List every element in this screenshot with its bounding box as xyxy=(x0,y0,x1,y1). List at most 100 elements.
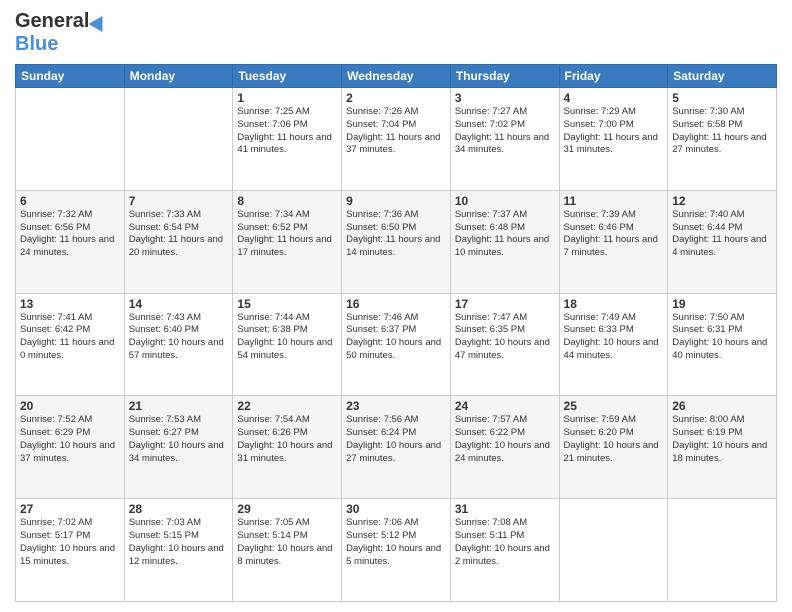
calendar-cell: 9Sunrise: 7:36 AM Sunset: 6:50 PM Daylig… xyxy=(342,190,451,293)
day-number: 11 xyxy=(564,194,664,208)
day-info: Sunrise: 7:29 AM Sunset: 7:00 PM Dayligh… xyxy=(564,106,664,157)
calendar-week-5: 27Sunrise: 7:02 AM Sunset: 5:17 PM Dayli… xyxy=(16,499,777,602)
calendar-cell: 16Sunrise: 7:46 AM Sunset: 6:37 PM Dayli… xyxy=(342,293,451,396)
calendar-cell: 21Sunrise: 7:53 AM Sunset: 6:27 PM Dayli… xyxy=(124,396,233,499)
calendar-header-row: SundayMondayTuesdayWednesdayThursdayFrid… xyxy=(16,65,777,88)
day-info: Sunrise: 7:54 AM Sunset: 6:26 PM Dayligh… xyxy=(237,414,337,465)
day-number: 30 xyxy=(346,502,446,516)
day-number: 2 xyxy=(346,91,446,105)
calendar-week-4: 20Sunrise: 7:52 AM Sunset: 6:29 PM Dayli… xyxy=(16,396,777,499)
calendar-week-2: 6Sunrise: 7:32 AM Sunset: 6:56 PM Daylig… xyxy=(16,190,777,293)
day-number: 28 xyxy=(129,502,229,516)
calendar-cell: 17Sunrise: 7:47 AM Sunset: 6:35 PM Dayli… xyxy=(450,293,559,396)
calendar-cell: 10Sunrise: 7:37 AM Sunset: 6:48 PM Dayli… xyxy=(450,190,559,293)
calendar-cell xyxy=(668,499,777,602)
day-info: Sunrise: 7:27 AM Sunset: 7:02 PM Dayligh… xyxy=(455,106,555,157)
day-info: Sunrise: 7:26 AM Sunset: 7:04 PM Dayligh… xyxy=(346,106,446,157)
column-header-sunday: Sunday xyxy=(16,65,125,88)
day-number: 3 xyxy=(455,91,555,105)
day-info: Sunrise: 7:43 AM Sunset: 6:40 PM Dayligh… xyxy=(129,312,229,363)
day-number: 4 xyxy=(564,91,664,105)
day-info: Sunrise: 7:47 AM Sunset: 6:35 PM Dayligh… xyxy=(455,312,555,363)
day-number: 1 xyxy=(237,91,337,105)
column-header-monday: Monday xyxy=(124,65,233,88)
calendar-cell: 30Sunrise: 7:06 AM Sunset: 5:12 PM Dayli… xyxy=(342,499,451,602)
day-number: 6 xyxy=(20,194,120,208)
day-info: Sunrise: 7:25 AM Sunset: 7:06 PM Dayligh… xyxy=(237,106,337,157)
calendar-cell: 22Sunrise: 7:54 AM Sunset: 6:26 PM Dayli… xyxy=(233,396,342,499)
column-header-wednesday: Wednesday xyxy=(342,65,451,88)
day-info: Sunrise: 7:52 AM Sunset: 6:29 PM Dayligh… xyxy=(20,414,120,465)
day-number: 24 xyxy=(455,399,555,413)
calendar-cell: 27Sunrise: 7:02 AM Sunset: 5:17 PM Dayli… xyxy=(16,499,125,602)
day-info: Sunrise: 7:02 AM Sunset: 5:17 PM Dayligh… xyxy=(20,517,120,568)
day-number: 10 xyxy=(455,194,555,208)
day-info: Sunrise: 7:50 AM Sunset: 6:31 PM Dayligh… xyxy=(672,312,772,363)
day-number: 18 xyxy=(564,297,664,311)
column-header-thursday: Thursday xyxy=(450,65,559,88)
calendar-cell: 12Sunrise: 7:40 AM Sunset: 6:44 PM Dayli… xyxy=(668,190,777,293)
page: General Blue SundayMondayTuesdayWednesda… xyxy=(0,0,792,612)
calendar-cell: 25Sunrise: 7:59 AM Sunset: 6:20 PM Dayli… xyxy=(559,396,668,499)
calendar-cell: 7Sunrise: 7:33 AM Sunset: 6:54 PM Daylig… xyxy=(124,190,233,293)
calendar-cell: 11Sunrise: 7:39 AM Sunset: 6:46 PM Dayli… xyxy=(559,190,668,293)
day-number: 17 xyxy=(455,297,555,311)
column-header-tuesday: Tuesday xyxy=(233,65,342,88)
day-info: Sunrise: 7:37 AM Sunset: 6:48 PM Dayligh… xyxy=(455,209,555,260)
calendar-cell: 3Sunrise: 7:27 AM Sunset: 7:02 PM Daylig… xyxy=(450,88,559,191)
calendar-cell: 20Sunrise: 7:52 AM Sunset: 6:29 PM Dayli… xyxy=(16,396,125,499)
calendar-cell: 5Sunrise: 7:30 AM Sunset: 6:58 PM Daylig… xyxy=(668,88,777,191)
calendar-cell xyxy=(559,499,668,602)
day-number: 15 xyxy=(237,297,337,311)
calendar-cell: 8Sunrise: 7:34 AM Sunset: 6:52 PM Daylig… xyxy=(233,190,342,293)
day-info: Sunrise: 7:03 AM Sunset: 5:15 PM Dayligh… xyxy=(129,517,229,568)
day-number: 22 xyxy=(237,399,337,413)
calendar-cell: 28Sunrise: 7:03 AM Sunset: 5:15 PM Dayli… xyxy=(124,499,233,602)
day-number: 29 xyxy=(237,502,337,516)
day-info: Sunrise: 7:57 AM Sunset: 6:22 PM Dayligh… xyxy=(455,414,555,465)
day-info: Sunrise: 7:34 AM Sunset: 6:52 PM Dayligh… xyxy=(237,209,337,260)
day-number: 27 xyxy=(20,502,120,516)
day-info: Sunrise: 7:56 AM Sunset: 6:24 PM Dayligh… xyxy=(346,414,446,465)
calendar-cell: 19Sunrise: 7:50 AM Sunset: 6:31 PM Dayli… xyxy=(668,293,777,396)
day-number: 8 xyxy=(237,194,337,208)
day-number: 13 xyxy=(20,297,120,311)
day-number: 9 xyxy=(346,194,446,208)
day-info: Sunrise: 7:41 AM Sunset: 6:42 PM Dayligh… xyxy=(20,312,120,363)
calendar-cell: 29Sunrise: 7:05 AM Sunset: 5:14 PM Dayli… xyxy=(233,499,342,602)
calendar-cell: 15Sunrise: 7:44 AM Sunset: 6:38 PM Dayli… xyxy=(233,293,342,396)
day-number: 14 xyxy=(129,297,229,311)
calendar-cell: 13Sunrise: 7:41 AM Sunset: 6:42 PM Dayli… xyxy=(16,293,125,396)
logo-blue: Blue xyxy=(15,33,58,56)
day-number: 23 xyxy=(346,399,446,413)
day-number: 7 xyxy=(129,194,229,208)
calendar-week-1: 1Sunrise: 7:25 AM Sunset: 7:06 PM Daylig… xyxy=(16,88,777,191)
day-number: 19 xyxy=(672,297,772,311)
calendar-cell: 24Sunrise: 7:57 AM Sunset: 6:22 PM Dayli… xyxy=(450,396,559,499)
calendar-cell: 6Sunrise: 7:32 AM Sunset: 6:56 PM Daylig… xyxy=(16,190,125,293)
calendar-cell xyxy=(124,88,233,191)
day-number: 26 xyxy=(672,399,772,413)
logo-general: General xyxy=(15,10,89,33)
day-number: 20 xyxy=(20,399,120,413)
calendar-table: SundayMondayTuesdayWednesdayThursdayFrid… xyxy=(15,64,777,602)
calendar-cell: 31Sunrise: 7:08 AM Sunset: 5:11 PM Dayli… xyxy=(450,499,559,602)
header: General Blue xyxy=(15,10,777,56)
day-info: Sunrise: 7:44 AM Sunset: 6:38 PM Dayligh… xyxy=(237,312,337,363)
day-info: Sunrise: 7:30 AM Sunset: 6:58 PM Dayligh… xyxy=(672,106,772,157)
calendar-cell: 2Sunrise: 7:26 AM Sunset: 7:04 PM Daylig… xyxy=(342,88,451,191)
calendar-cell: 18Sunrise: 7:49 AM Sunset: 6:33 PM Dayli… xyxy=(559,293,668,396)
logo: General Blue xyxy=(15,10,107,56)
day-number: 5 xyxy=(672,91,772,105)
calendar-cell: 26Sunrise: 8:00 AM Sunset: 6:19 PM Dayli… xyxy=(668,396,777,499)
day-info: Sunrise: 7:36 AM Sunset: 6:50 PM Dayligh… xyxy=(346,209,446,260)
calendar-cell: 14Sunrise: 7:43 AM Sunset: 6:40 PM Dayli… xyxy=(124,293,233,396)
calendar-week-3: 13Sunrise: 7:41 AM Sunset: 6:42 PM Dayli… xyxy=(16,293,777,396)
day-number: 12 xyxy=(672,194,772,208)
day-info: Sunrise: 7:08 AM Sunset: 5:11 PM Dayligh… xyxy=(455,517,555,568)
day-info: Sunrise: 7:33 AM Sunset: 6:54 PM Dayligh… xyxy=(129,209,229,260)
day-info: Sunrise: 7:53 AM Sunset: 6:27 PM Dayligh… xyxy=(129,414,229,465)
day-info: Sunrise: 7:06 AM Sunset: 5:12 PM Dayligh… xyxy=(346,517,446,568)
day-number: 16 xyxy=(346,297,446,311)
day-info: Sunrise: 7:49 AM Sunset: 6:33 PM Dayligh… xyxy=(564,312,664,363)
